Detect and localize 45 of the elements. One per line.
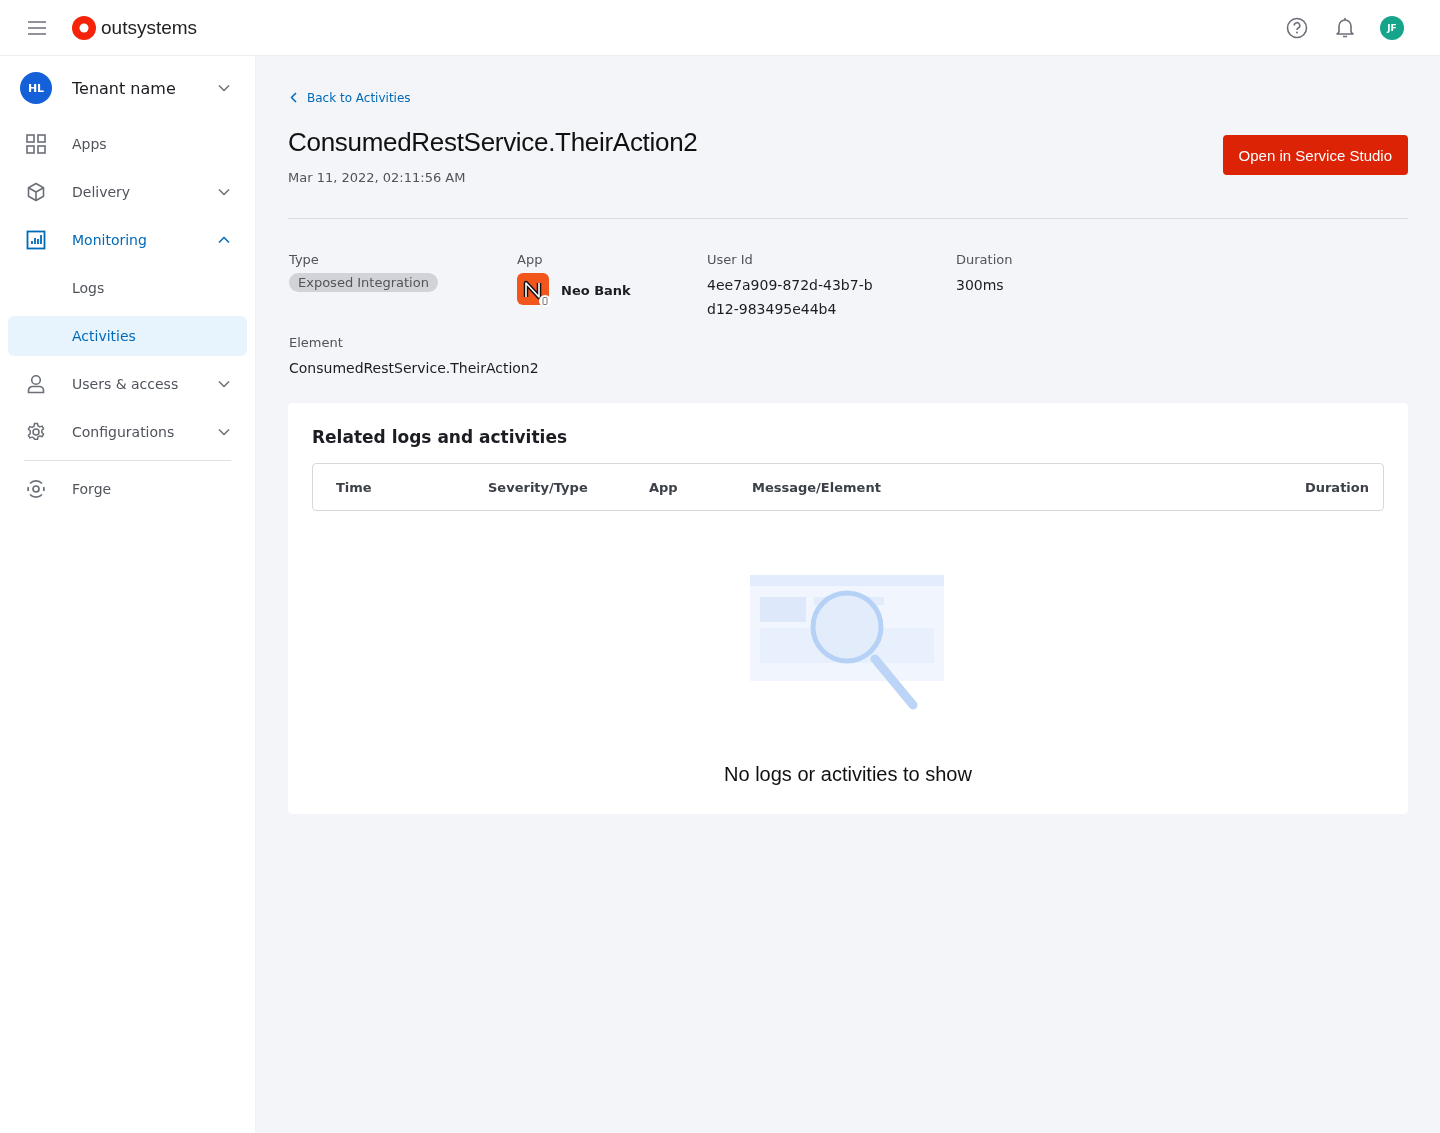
- tenant-name[interactable]: Tenant name: [72, 78, 218, 98]
- sidebar-item[interactable]: Users & access: [8, 364, 247, 404]
- type-tag: Exposed Integration: [289, 273, 438, 292]
- sidebar-item[interactable]: Apps: [8, 124, 247, 164]
- target-icon: [26, 479, 46, 499]
- menu-icon[interactable]: [27, 19, 47, 36]
- field-label: Duration: [956, 252, 1013, 267]
- person-icon: [26, 374, 46, 394]
- field-label: User Id: [707, 252, 754, 267]
- sidebar-item[interactable]: Delivery: [8, 172, 247, 212]
- section-title: Related logs and activities: [312, 427, 569, 447]
- grid-icon: [26, 134, 46, 154]
- column-header: Severity/Type: [488, 479, 589, 495]
- sidebar-subitem[interactable]: Activities: [8, 316, 247, 356]
- field-label: App: [517, 252, 544, 267]
- cube-icon: [26, 182, 46, 202]
- user-id-value: 4ee7a909-872d-43b7-bd12-983495e44b4: [707, 276, 874, 319]
- sidebar-subitem[interactable]: Logs: [8, 268, 247, 308]
- field-label: Type: [289, 252, 320, 267]
- logo-text: outsystems: [101, 16, 198, 39]
- element-value: ConsumedRestService.TheirAction2: [289, 359, 540, 378]
- help-icon[interactable]: [1286, 16, 1308, 39]
- sidebar-item[interactable]: Configurations: [8, 412, 247, 452]
- sidebar-item[interactable]: Monitoring: [8, 220, 247, 260]
- tenant-avatar: HL: [20, 72, 52, 104]
- chevron-down-icon[interactable]: [218, 84, 230, 92]
- app-logo-icon: [517, 273, 551, 307]
- chevron-left-icon: [290, 92, 297, 103]
- gear-icon: [26, 422, 46, 442]
- page-title: ConsumedRestService.TheirAction2: [288, 127, 698, 158]
- open-in-service-studio-button[interactable]: Open in Service Studio: [1222, 135, 1408, 175]
- column-header: Message/Element: [752, 479, 882, 495]
- back-link[interactable]: Back to Activities: [290, 90, 411, 105]
- column-header: App: [649, 479, 679, 495]
- empty-state-message: No logs or activities to show: [724, 763, 972, 786]
- column-header: Time: [336, 479, 373, 495]
- column-header: Duration: [1304, 479, 1369, 495]
- app-name: Neo Bank: [561, 282, 631, 298]
- logo-icon: [72, 15, 96, 40]
- chart-icon: [26, 230, 46, 250]
- duration-value: 300ms: [956, 276, 1005, 295]
- bell-icon[interactable]: [1335, 16, 1355, 39]
- timestamp: Mar 11, 2022, 02:11:56 AM: [288, 170, 467, 185]
- sidebar-item[interactable]: Forge: [8, 469, 247, 509]
- field-label: Element: [289, 335, 344, 350]
